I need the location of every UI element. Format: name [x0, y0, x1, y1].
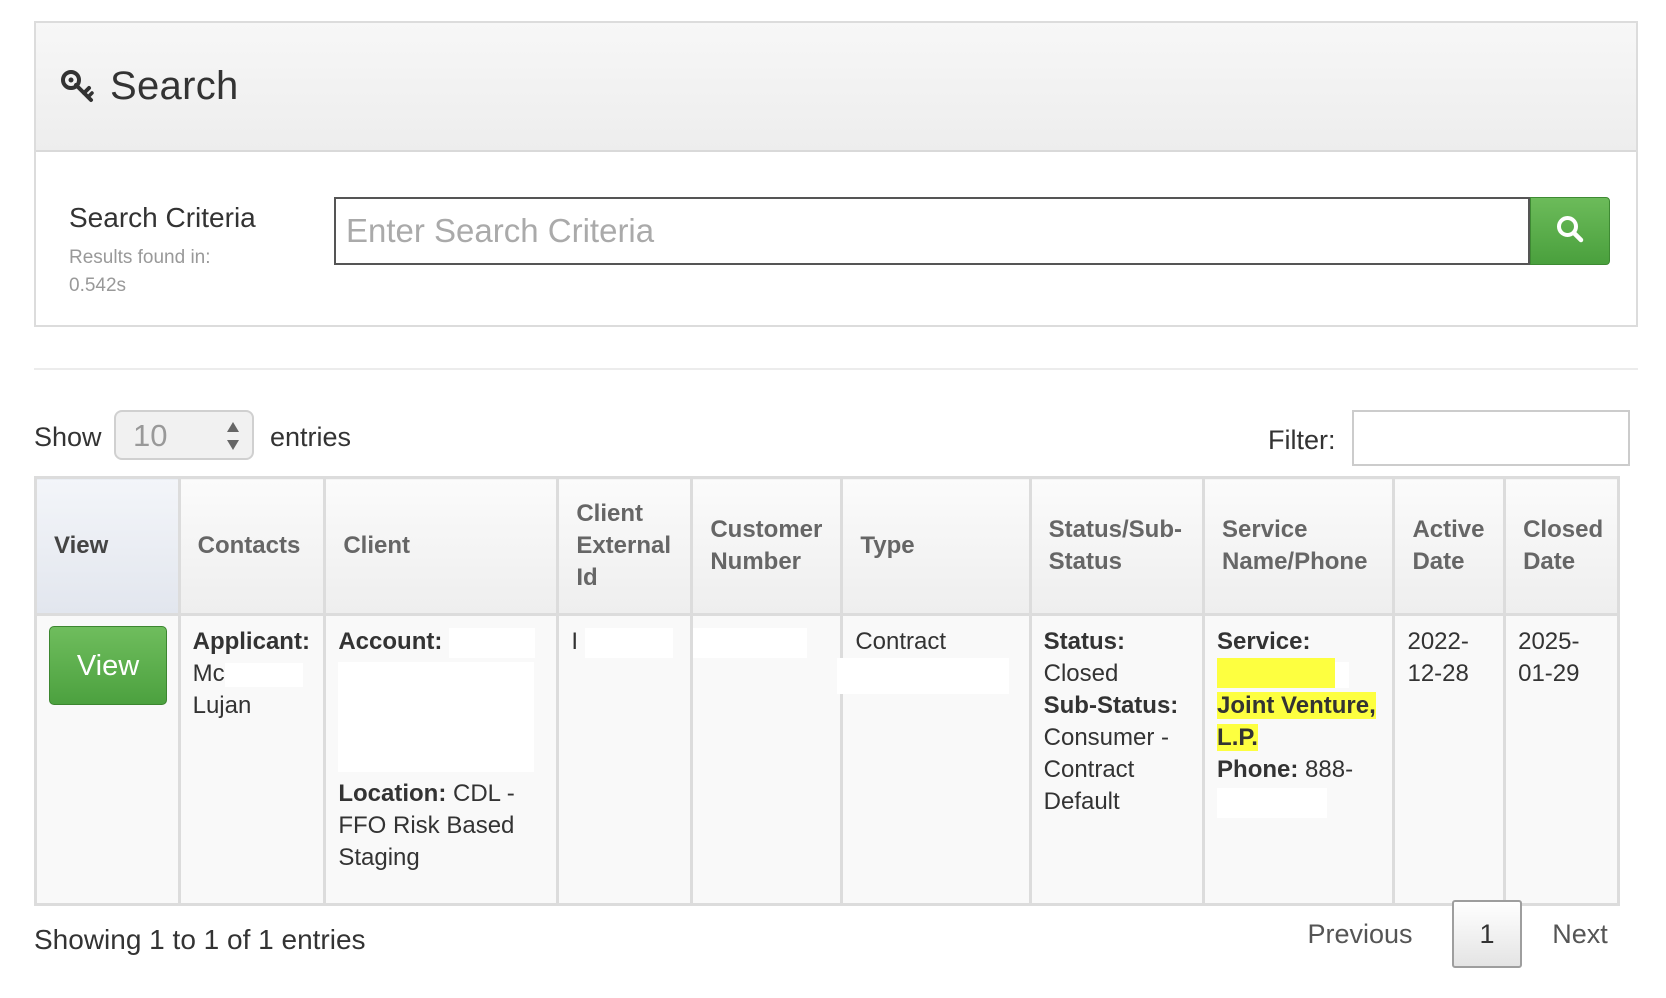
redacted-block [693, 627, 808, 658]
search-input[interactable] [334, 197, 1530, 265]
next-page-button[interactable]: Next [1540, 900, 1620, 968]
account-label: Account: [338, 628, 443, 655]
search-panel-title: Search [110, 64, 239, 108]
results-table: View Contacts Client Client External Id … [34, 476, 1620, 906]
search-panel: Search Search Criteria Results found in:… [34, 21, 1638, 327]
search-panel-body: Search Criteria Results found in: 0.542s [36, 152, 1636, 327]
phone-label: Phone: [1217, 756, 1299, 783]
cell-active-date: 2022-12-28 [1392, 613, 1507, 906]
view-button[interactable]: View [49, 626, 167, 705]
cell-contacts: Applicant: Mc Lujan [177, 613, 327, 906]
filter-label: Filter: [1268, 425, 1336, 455]
service-name-value: Joint Venture, L.P. [1217, 692, 1376, 751]
key-icon [60, 69, 96, 105]
column-header-active-date[interactable]: Active Date [1392, 476, 1507, 616]
cell-status: Status: Closed Sub-Status: Consumer - Co… [1028, 613, 1206, 906]
service-name-highlight [1217, 658, 1336, 688]
location-label: Location: [338, 780, 447, 807]
cell-closed-date: 2025-01-29 [1503, 613, 1620, 906]
table-info: Showing 1 to 1 of 1 entries [34, 924, 366, 955]
active-date-value: 2022-12-28 [1407, 628, 1469, 687]
show-label: Show [34, 422, 102, 452]
column-header-client[interactable]: Client [323, 476, 560, 616]
previous-page-button[interactable]: Previous [1300, 900, 1420, 968]
client-external-id-value: I [571, 628, 578, 655]
column-header-type[interactable]: Type [840, 476, 1032, 616]
page-1-button[interactable]: 1 [1452, 900, 1522, 968]
service-label: Service: [1217, 628, 1311, 655]
column-header-client-external-id[interactable]: Client External Id [556, 476, 694, 616]
search-criteria-label: Search Criteria [69, 202, 256, 233]
search-submit-button[interactable] [1530, 197, 1610, 265]
phone-value: 888- [1305, 756, 1354, 783]
column-header-contacts[interactable]: Contacts [177, 476, 327, 616]
column-header-view[interactable]: View [34, 476, 181, 616]
type-value: Contract [855, 628, 947, 655]
divider [34, 368, 1638, 370]
redacted-block [584, 627, 673, 658]
cell-client-external-id: I [556, 613, 694, 906]
closed-date-value: 2025-01-29 [1518, 628, 1580, 687]
select-arrows-icon [226, 420, 240, 452]
sub-status-value: Consumer - Contract Default [1043, 724, 1170, 815]
redacted-block [224, 662, 303, 687]
applicant-name-start: Mc [192, 660, 225, 687]
cell-service: Service: Joint Venture, L.P. Phone: 888- [1202, 613, 1396, 906]
table-header-row: View Contacts Client Client External Id … [34, 476, 1620, 616]
column-header-customer-number[interactable]: Customer Number [690, 476, 844, 616]
results-time-text: Results found in: 0.542s [69, 247, 211, 296]
column-header-status[interactable]: Status/Sub-Status [1028, 476, 1206, 616]
sub-status-label: Sub-Status: [1043, 692, 1179, 719]
applicant-name-end: Lujan [192, 692, 252, 719]
entries-per-page-select[interactable]: 10 [114, 410, 254, 460]
applicant-label: Applicant: [192, 628, 310, 655]
cell-client: Account: Location: CDL - FFO Risk Based … [323, 613, 560, 906]
search-icon [1555, 214, 1585, 249]
table-row: View Applicant: Mc Lujan Account: Locati… [34, 613, 1620, 906]
cell-view: View [34, 613, 181, 906]
redacted-block [338, 662, 535, 772]
filter-input[interactable] [1352, 410, 1630, 466]
entries-per-page-value: 10 [133, 418, 168, 453]
column-header-closed-date[interactable]: Closed Date [1503, 476, 1620, 616]
entries-label: entries [270, 422, 352, 452]
redacted-block [837, 658, 1010, 694]
search-panel-header: Search [36, 23, 1636, 152]
redacted-block [1217, 787, 1328, 818]
redacted-block [1335, 661, 1350, 688]
redacted-block [449, 627, 536, 658]
cell-type: Contract [837, 613, 1032, 906]
status-label: Status: [1043, 628, 1125, 655]
status-value: Closed [1043, 660, 1119, 687]
column-header-service[interactable]: Service Name/Phone [1202, 476, 1396, 616]
cell-customer-number [690, 613, 844, 906]
